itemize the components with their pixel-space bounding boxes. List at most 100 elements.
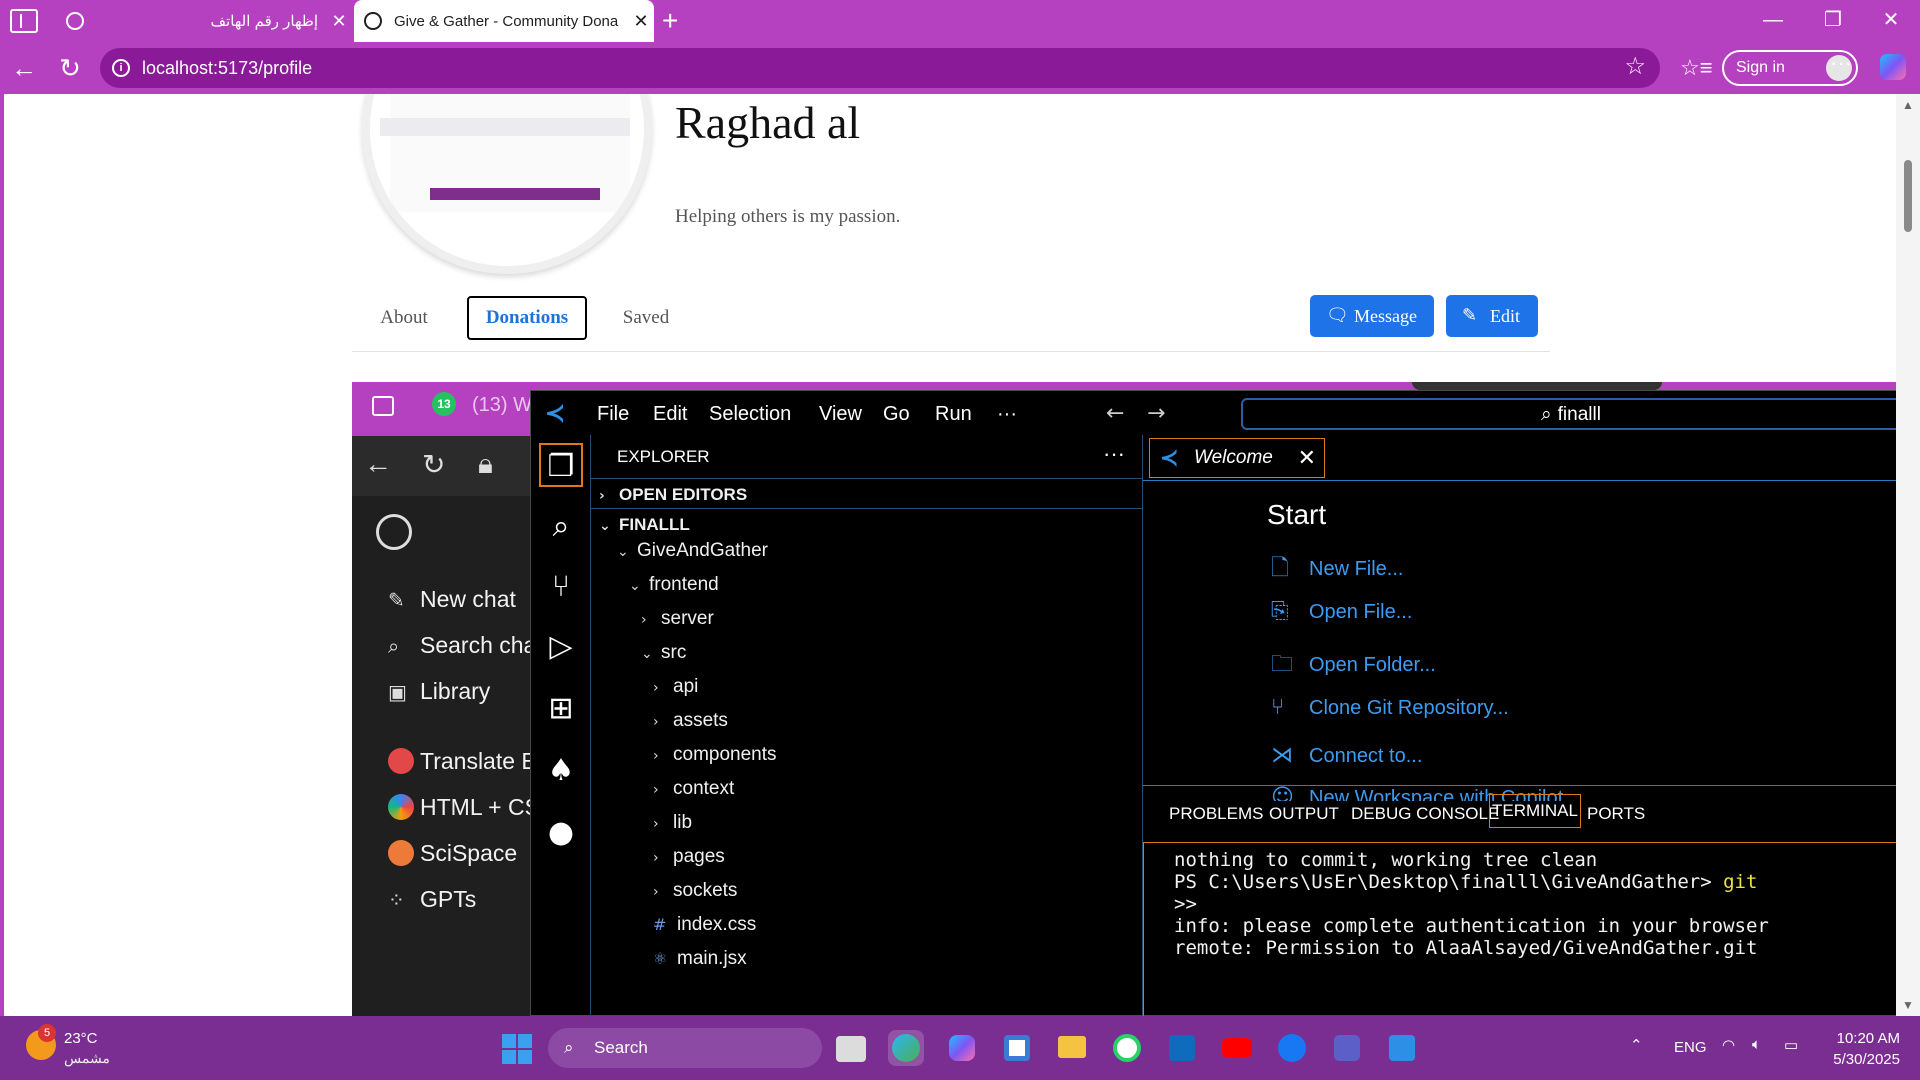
globe-icon xyxy=(364,12,382,30)
sidebar-item-label: SciSpace xyxy=(420,840,518,866)
vscode-logo-icon: ≺ xyxy=(545,400,566,427)
address-toolbar: ← ↻ i localhost:5173/profile ☆ ☆≡ Sign i… xyxy=(0,42,1920,94)
teams-app-icon[interactable] xyxy=(1329,1030,1365,1066)
store-app-icon[interactable] xyxy=(999,1030,1035,1066)
language-indicator[interactable]: ENG xyxy=(1674,1039,1707,1056)
vscode-app-icon[interactable] xyxy=(1384,1030,1420,1066)
tab-saved[interactable]: Saved xyxy=(596,296,696,340)
tree-item: › lib xyxy=(653,812,692,834)
github-icon: ● xyxy=(547,815,575,850)
tree-item: ⌄ src xyxy=(641,642,686,664)
start-link-label: Connect to... xyxy=(1309,745,1423,767)
restore-icon[interactable]: ❐ xyxy=(1804,0,1862,42)
search-icon: ⌕ xyxy=(388,634,400,658)
favorites-icon[interactable]: ☆≡ xyxy=(1680,55,1713,81)
scroll-up-icon[interactable]: ▲ xyxy=(1902,98,1914,112)
task-view-icon[interactable] xyxy=(836,1036,866,1062)
favorite-star-icon[interactable]: ☆ xyxy=(1624,52,1646,81)
tree-item-label: pages xyxy=(673,846,725,867)
message-button[interactable]: 🗨 Message xyxy=(1310,295,1434,337)
workspaces-icon[interactable] xyxy=(10,9,38,33)
terminal: nothing to commit, working tree clean PS… xyxy=(1143,842,1900,1016)
tab-give-and-gather[interactable]: Give & Gather - Community Dona ✕ xyxy=(354,0,654,42)
edit-button[interactable]: ✎ Edit xyxy=(1446,295,1538,337)
sidebar-item: ⌕ Search cha xyxy=(388,632,536,659)
profile-tabs: About Donations Saved 🗨 Message ✎ Edit xyxy=(352,294,1550,352)
youtube-app-icon[interactable] xyxy=(1219,1030,1255,1066)
tab-about[interactable]: About xyxy=(354,296,454,340)
site-info-icon[interactable]: i xyxy=(112,59,130,77)
edge-app-icon[interactable] xyxy=(888,1030,924,1066)
tab-phone-number[interactable]: إظهار رقم الهاتف ✕ xyxy=(56,0,352,42)
file-explorer-icon[interactable] xyxy=(1054,1030,1090,1066)
temperature[interactable]: 23°C xyxy=(64,1030,98,1047)
donation-screenshot: 13 (13) W ← ↻ 🔒︎ ✎ New chat ⌕ Search cha ▣… xyxy=(352,382,1900,1016)
workspaces-icon xyxy=(372,396,394,416)
tree-item: › components xyxy=(653,744,777,766)
windows-start-icon[interactable] xyxy=(502,1034,532,1064)
menu-file: File xyxy=(597,403,630,425)
refresh-icon[interactable]: ↻ xyxy=(52,50,88,86)
outlook-app-icon[interactable] xyxy=(1164,1030,1200,1066)
chevron-right-icon: › xyxy=(653,884,659,900)
taskbar-search[interactable]: ⌕ Search xyxy=(548,1028,822,1068)
chevron-right-icon: › xyxy=(653,782,659,798)
tree-item-label: sockets xyxy=(673,880,738,901)
tree-item: › sockets xyxy=(653,880,737,902)
clock[interactable]: 10:20 AM 5/30/2025 xyxy=(1820,1028,1900,1070)
facebook-app-icon[interactable] xyxy=(1274,1030,1310,1066)
copilot-app-icon[interactable] xyxy=(944,1030,980,1066)
tab-donations[interactable]: Donations xyxy=(467,296,587,340)
message-label: Message xyxy=(1354,306,1417,326)
tree-item-label: api xyxy=(673,676,699,697)
compose-icon: ✎ xyxy=(388,588,405,612)
chevron-right-icon: › xyxy=(641,612,647,628)
chevron-down-icon: ⌄ xyxy=(629,578,641,594)
wifi-icon[interactable]: ◠ xyxy=(1722,1036,1735,1054)
close-tab-icon[interactable]: ✕ xyxy=(326,11,352,32)
html-css-icon xyxy=(388,794,414,820)
edit-label: Edit xyxy=(1490,306,1520,326)
tree-item-label: frontend xyxy=(649,574,719,595)
minimize-icon[interactable]: — xyxy=(1744,0,1802,42)
whatsapp-app-icon[interactable] xyxy=(1109,1030,1145,1066)
menu-selection: Selection xyxy=(709,403,792,425)
scrollbar-thumb[interactable] xyxy=(1904,160,1912,232)
tree-item: # index.css xyxy=(653,914,756,936)
menu-view: View xyxy=(819,403,862,425)
page-scrollbar[interactable]: ▲ ▼ xyxy=(1896,94,1920,1016)
more-options-icon[interactable]: ··· xyxy=(1830,50,1852,76)
panel-tab-ports: PORTS xyxy=(1587,804,1646,823)
url-text[interactable]: localhost:5173/profile xyxy=(142,58,312,79)
new-tab-button[interactable]: + xyxy=(662,5,678,37)
menu-more: ··· xyxy=(997,403,1017,425)
start-link-label: Clone Git Repository... xyxy=(1309,697,1509,719)
source-control-icon: ⑂ xyxy=(552,569,570,604)
tab-title: Give & Gather - Community Dona xyxy=(394,12,619,30)
scroll-down-icon[interactable]: ▼ xyxy=(1902,998,1914,1012)
tree-item: › pages xyxy=(653,846,725,868)
explorer-header: EXPLORER ··· xyxy=(591,435,1143,479)
back-icon[interactable]: ← xyxy=(6,50,42,86)
run-debug-icon: ▷ xyxy=(549,629,573,664)
copilot-icon[interactable] xyxy=(1880,54,1906,80)
tree-item-label: index.css xyxy=(677,914,757,935)
date: 5/30/2025 xyxy=(1833,1051,1900,1068)
search-icon: ⌕ xyxy=(1541,403,1552,425)
battery-icon[interactable]: ▭ xyxy=(1784,1036,1798,1054)
sidebar-item: ⁘ GPTs xyxy=(388,886,476,913)
menu-go: Go xyxy=(883,403,910,425)
close-window-icon[interactable]: ✕ xyxy=(1862,0,1920,42)
chatgpt-sidebar: ✎ New chat ⌕ Search cha ▣ Library Translate… xyxy=(352,496,540,1016)
close-icon: ✕ xyxy=(1297,445,1316,470)
tab-title: إظهار رقم الهاتف xyxy=(210,13,319,30)
terminal-line: remote: Permission to AlaaAlsayed/GiveAn… xyxy=(1174,937,1758,959)
back-icon: ← xyxy=(364,448,392,479)
start-link: ⑂ Clone Git Repository... xyxy=(1271,695,1509,720)
address-bar[interactable]: i localhost:5173/profile ☆ xyxy=(100,48,1660,88)
show-hidden-icons[interactable]: ⌃ xyxy=(1630,1036,1643,1054)
close-tab-icon[interactable]: ✕ xyxy=(628,11,654,32)
volume-icon[interactable]: 🔈︎ xyxy=(1752,1036,1761,1053)
folder-icon: 🗀 xyxy=(1271,652,1294,677)
library-icon: ▣ xyxy=(388,680,407,704)
